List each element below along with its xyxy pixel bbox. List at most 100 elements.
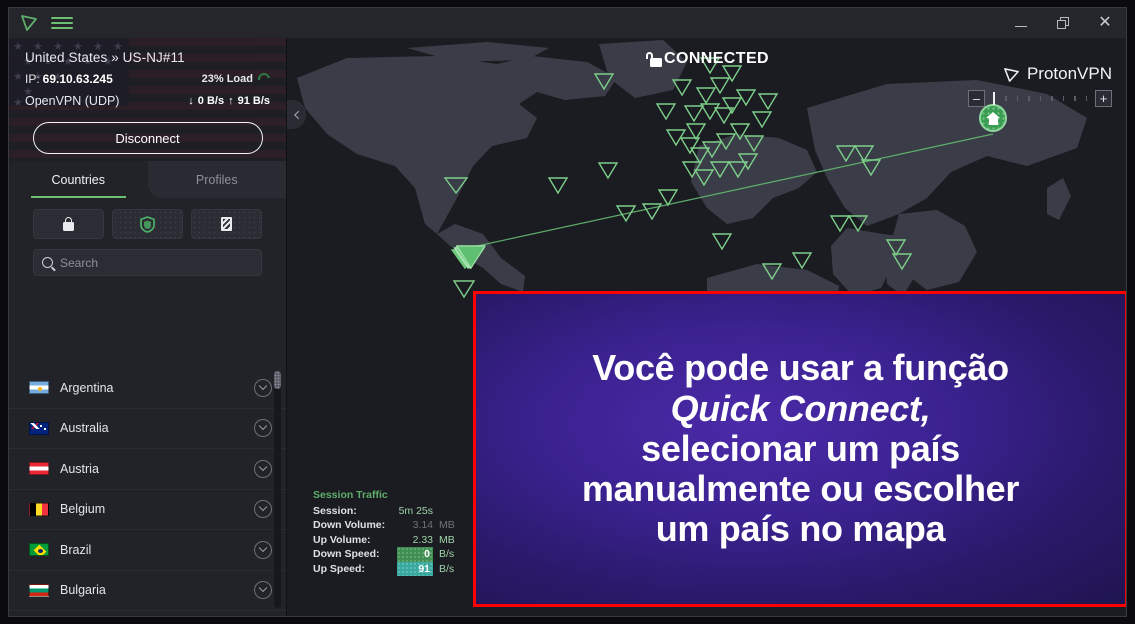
traffic-value: 5m 25s	[398, 504, 433, 517]
country-name: Argentina	[60, 380, 114, 395]
country-list-scrollbar-thumb[interactable]	[274, 371, 281, 389]
traffic-label: Up Speed:	[313, 562, 365, 575]
callout-line-5: um país no mapa	[655, 508, 946, 550]
traffic-unit	[433, 504, 461, 519]
p2p-filter-button[interactable]	[112, 209, 183, 239]
traffic-row: Up Volume: 2.33 MB	[313, 533, 461, 548]
search-icon	[42, 257, 53, 268]
disconnect-button[interactable]: Disconnect	[32, 122, 263, 154]
zoom-slider-track[interactable]	[985, 92, 1095, 105]
flag-icon-ar	[29, 381, 49, 395]
flag-icon-au	[29, 421, 49, 435]
traffic-unit: MB	[439, 533, 455, 546]
expand-country-chevron-down-icon[interactable]	[254, 459, 272, 478]
tor-icon	[221, 217, 232, 231]
country-row[interactable]: Canada⇄	[9, 611, 286, 616]
country-row[interactable]: Brazil	[9, 530, 286, 571]
upload-speed: 91 B/s	[237, 95, 270, 107]
protocol-label: OpenVPN (UDP)	[25, 94, 120, 108]
shield-icon	[140, 215, 155, 233]
country-name: Austria	[60, 461, 99, 476]
callout-line-3: selecionar um país	[641, 427, 960, 469]
traffic-unit: B/s	[439, 548, 455, 560]
flag-icon-bg	[29, 583, 49, 597]
flag-icon-at	[29, 462, 49, 476]
protonvpn-logo-icon	[1004, 67, 1019, 82]
upload-arrow-icon: ↑	[228, 95, 234, 107]
country-name: Brazil	[60, 542, 92, 557]
country-row[interactable]: Bulgaria	[9, 571, 286, 611]
expand-country-chevron-down-icon[interactable]	[254, 581, 272, 600]
traffic-value: 0	[397, 547, 433, 562]
traffic-value: 3.14	[412, 519, 433, 531]
map-zoom-control[interactable]: – +	[968, 90, 1112, 107]
brand-label: ProtonVPN	[1026, 64, 1112, 83]
callout-line-4: manualmente ou escolher	[581, 468, 1020, 510]
flag-icon-be	[29, 502, 49, 516]
download-arrow-icon: ↓	[188, 95, 194, 107]
tab-countries[interactable]: Countries	[9, 161, 148, 198]
traffic-row: Up Speed: 91 B/s	[313, 561, 461, 576]
sidebar: ★ ★ ★ ★ ★ ★ ★ ★ ★ ★ ★ ★ ★ ★ ★ ★ United States »…	[9, 38, 287, 616]
connection-status-header: CONNECTED	[287, 50, 1126, 68]
secure-core-filter-button[interactable]	[33, 209, 104, 239]
tab-profiles[interactable]: Profiles	[148, 161, 287, 198]
home-location-pin[interactable]	[979, 104, 1007, 132]
minimize-button[interactable]	[1000, 8, 1042, 38]
tab-countries-label: Countries	[51, 172, 106, 187]
home-icon	[986, 111, 1000, 125]
restore-button[interactable]	[1042, 8, 1084, 38]
country-name: Australia	[60, 421, 109, 436]
server-load-text: 23% Load	[201, 73, 253, 85]
country-name: Belgium	[60, 502, 106, 517]
download-speed: 0 B/s	[197, 95, 225, 107]
traffic-row: Down Speed: 0 B/s	[313, 547, 461, 562]
country-name: Bulgaria	[60, 583, 106, 598]
country-list-scrollbar-track[interactable]	[274, 371, 281, 608]
country-list[interactable]: Argentina Australia Austria Belgium Brazil Bu…	[9, 368, 286, 616]
tab-profiles-label: Profiles	[195, 172, 238, 187]
close-button[interactable]: ✕	[1084, 8, 1126, 38]
connected-server-name: United States » US-NJ#11	[25, 50, 185, 65]
title-bar: ✕	[9, 8, 1126, 38]
country-row[interactable]: Argentina	[9, 368, 286, 409]
session-traffic-panel: Session Traffic Session: 5m 25s Down Volum…	[313, 488, 461, 576]
protonvpn-brand: ProtonVPN	[1003, 64, 1112, 84]
tor-filter-button[interactable]	[191, 209, 262, 239]
country-row[interactable]: Austria	[9, 449, 286, 490]
speed-indicators: ↓ 0 B/s ↑ 91 B/s	[188, 95, 270, 107]
lock-icon	[63, 217, 74, 231]
instruction-callout: Você pode usar a função Quick Connect, s…	[473, 291, 1126, 607]
flag-icon-br	[29, 543, 49, 557]
lock-icon	[644, 51, 663, 67]
connection-status-text: CONNECTED	[664, 50, 769, 67]
connection-status-panel: ★ ★ ★ ★ ★ ★ ★ ★ ★ ★ ★ ★ ★ ★ ★ ★ United States »…	[9, 38, 286, 161]
traffic-label: Session:	[313, 504, 357, 517]
traffic-unit: MB	[439, 519, 455, 531]
expand-country-chevron-down-icon[interactable]	[254, 540, 272, 559]
filter-buttons	[9, 198, 286, 239]
traffic-row: Session: 5m 25s	[313, 504, 461, 519]
country-row[interactable]: Australia	[9, 409, 286, 449]
traffic-label: Up Volume:	[313, 533, 371, 546]
country-row[interactable]: Belgium	[9, 490, 286, 530]
traffic-label: Down Speed:	[313, 548, 380, 560]
expand-country-chevron-down-icon[interactable]	[254, 419, 272, 438]
load-arc-icon	[255, 70, 273, 88]
server-load: 23% Load	[201, 70, 273, 88]
zoom-out-button[interactable]: –	[968, 90, 985, 107]
callout-line-2: Quick Connect,	[670, 387, 931, 429]
session-traffic-title: Session Traffic	[313, 488, 388, 501]
hamburger-menu-icon[interactable]	[51, 14, 73, 32]
ip-value: 69.10.63.245	[42, 72, 113, 86]
sidebar-tabs: Countries Profiles	[9, 161, 286, 198]
traffic-unit: B/s	[439, 562, 455, 575]
expand-country-chevron-down-icon[interactable]	[254, 500, 272, 519]
zoom-in-button[interactable]: +	[1095, 90, 1112, 107]
search-input[interactable]	[60, 255, 253, 270]
traffic-value: 91	[397, 561, 433, 576]
traffic-value: 2.33	[412, 533, 433, 546]
expand-country-chevron-down-icon[interactable]	[254, 378, 272, 397]
search-box[interactable]	[33, 249, 262, 276]
zoom-slider-handle	[993, 92, 995, 105]
